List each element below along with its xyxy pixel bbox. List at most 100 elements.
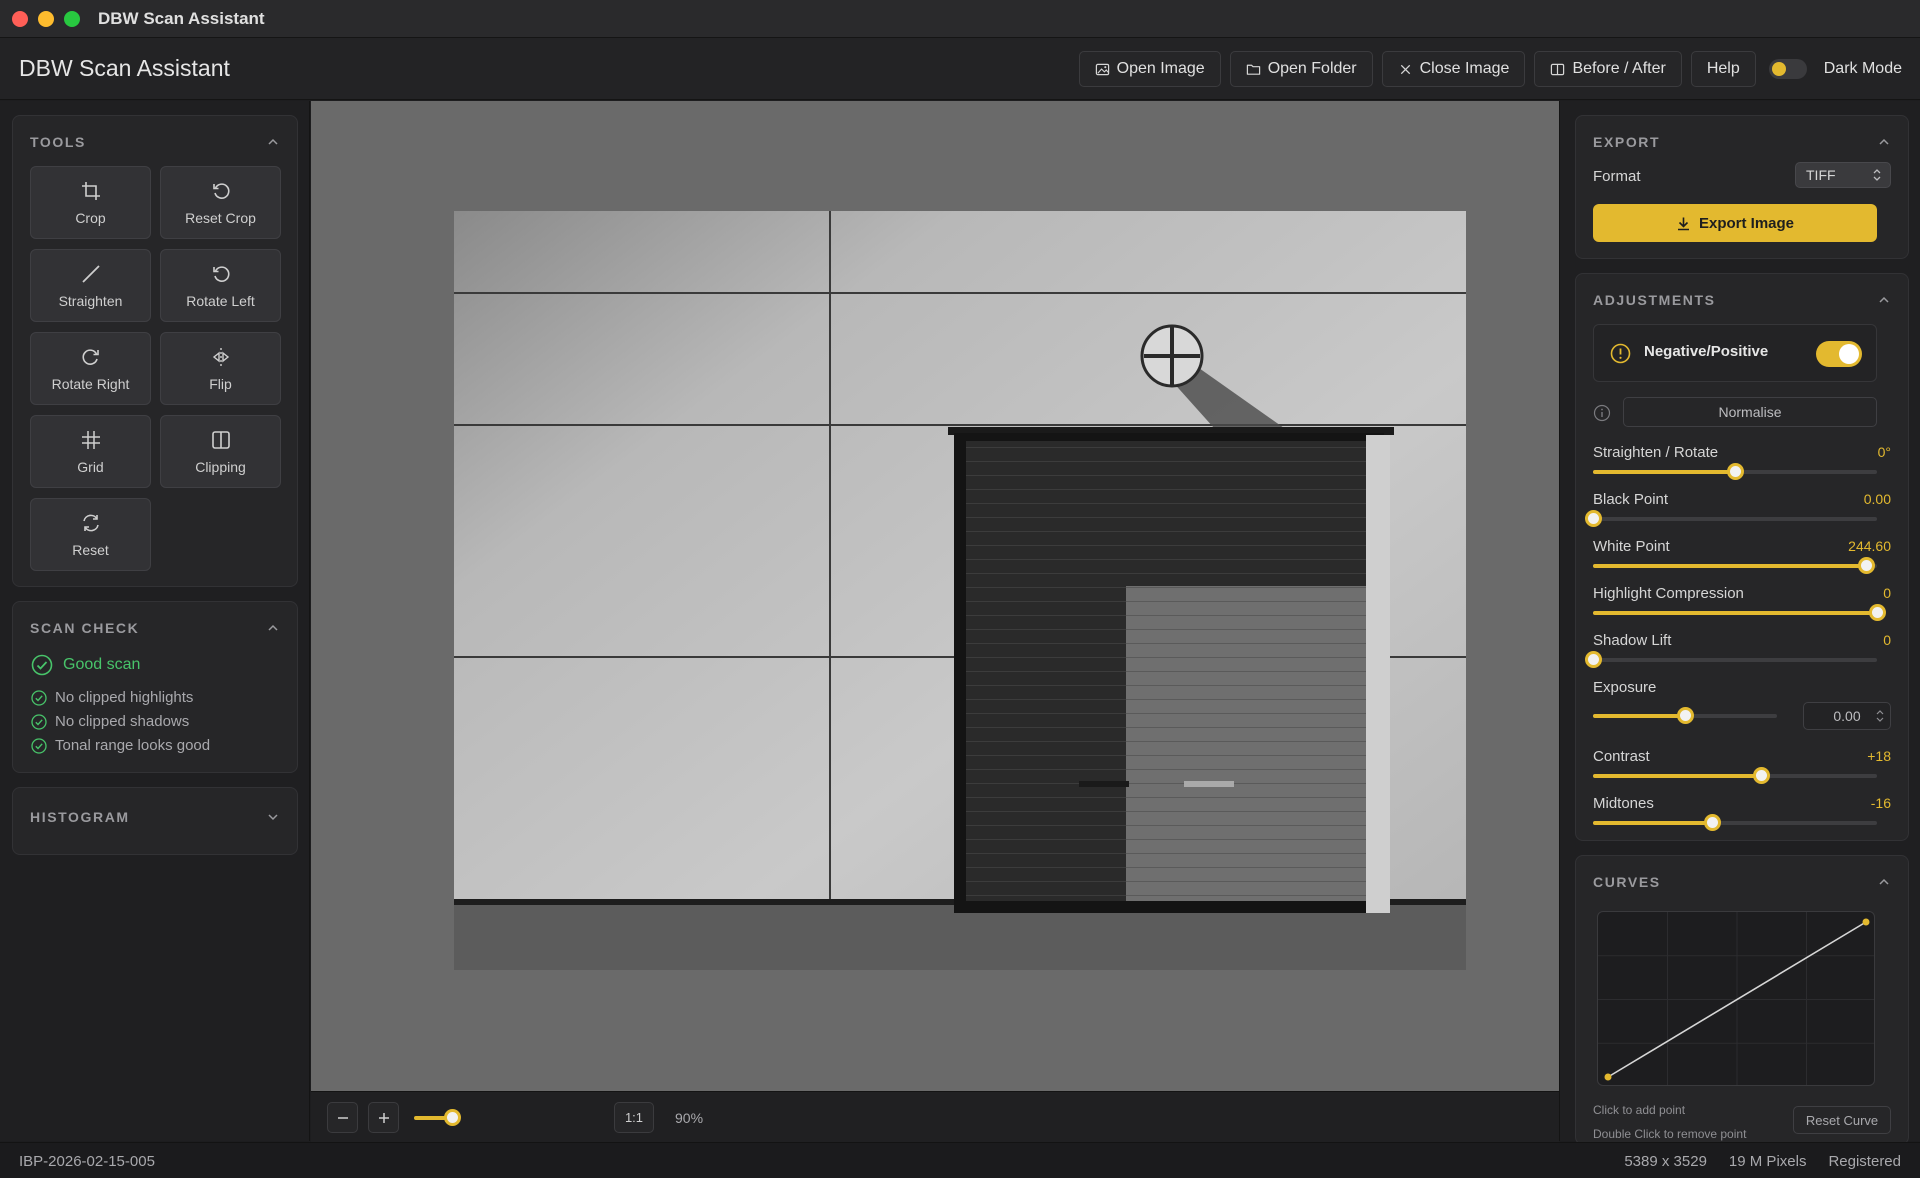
left-sidebar: TOOLS Crop Reset Crop Straighten Rotate …: [0, 101, 310, 1141]
adjustments-panel: ADJUSTMENTS Negative/Positive Normalise …: [1575, 273, 1909, 841]
reset-label: Reset: [72, 541, 109, 558]
slider-fill: [1593, 564, 1866, 568]
tools-panel-header[interactable]: TOOLS: [30, 116, 280, 168]
check-item-label: No clipped shadows: [55, 713, 190, 730]
slider-handle[interactable]: [1753, 767, 1770, 784]
grid-button[interactable]: Grid: [30, 415, 151, 488]
image-megapixels: 19 M Pixels: [1728, 1153, 1807, 1170]
zoom-in-button[interactable]: [368, 1102, 399, 1133]
curve-editor[interactable]: [1597, 911, 1875, 1086]
flip-button[interactable]: Flip: [160, 332, 281, 405]
curves-header[interactable]: CURVES: [1593, 856, 1891, 908]
dark-mode-toggle[interactable]: [1768, 59, 1807, 79]
exposure-slider[interactable]: [1593, 707, 1777, 724]
zoom-slider-handle[interactable]: [444, 1109, 461, 1126]
slider-handle[interactable]: [1677, 707, 1694, 724]
clipping-icon: [211, 430, 230, 449]
histogram-title: HISTOGRAM: [30, 809, 130, 825]
zoom-window-button[interactable]: [64, 10, 80, 27]
slider-handle[interactable]: [1727, 463, 1744, 480]
window-titlebar: DBW Scan Assistant: [0, 0, 1920, 38]
contrast-slider[interactable]: [1593, 767, 1877, 784]
minus-icon: [337, 1116, 348, 1119]
check-circle-icon: [31, 713, 47, 730]
midtones-label: Midtones: [1593, 795, 1654, 812]
window-controls: [12, 10, 80, 27]
straighten-rotate-slider[interactable]: [1593, 463, 1877, 480]
photo-wall-door: [454, 211, 1466, 970]
check-item: No clipped shadows: [31, 713, 189, 730]
shadow-lift-slider[interactable]: [1585, 651, 1877, 668]
histogram-header[interactable]: HISTOGRAM: [30, 788, 280, 846]
image-canvas[interactable]: [311, 101, 1559, 1091]
open-folder-button[interactable]: Open Folder: [1229, 51, 1373, 87]
check-circle-icon: [31, 689, 47, 706]
exposure-input[interactable]: 0.00: [1803, 702, 1891, 730]
slider-handle[interactable]: [1869, 604, 1886, 621]
reset-crop-icon: [212, 182, 230, 199]
zoom-one-to-one-button[interactable]: 1:1: [614, 1102, 654, 1133]
white-point-label: White Point: [1593, 538, 1670, 555]
midtones-slider[interactable]: [1593, 814, 1877, 831]
slider-handle[interactable]: [1858, 557, 1875, 574]
close-window-button[interactable]: [12, 10, 28, 27]
reset-curve-button[interactable]: Reset Curve: [1793, 1106, 1891, 1134]
histogram-panel: HISTOGRAM: [12, 787, 298, 855]
export-image-button[interactable]: Export Image: [1593, 204, 1877, 242]
straighten-button[interactable]: Straighten: [30, 249, 151, 322]
image-dimensions: 5389 x 3529: [1624, 1153, 1707, 1170]
slider-fill: [1593, 714, 1685, 718]
slider-handle[interactable]: [1704, 814, 1721, 831]
clipping-button[interactable]: Clipping: [160, 415, 281, 488]
rotate-left-label: Rotate Left: [186, 292, 255, 309]
rotate-right-label: Rotate Right: [51, 375, 130, 392]
negative-positive-toggle[interactable]: [1816, 341, 1862, 367]
open-image-button[interactable]: Open Image: [1078, 51, 1221, 87]
check-item: No clipped highlights: [31, 689, 193, 706]
highlight-compression-slider[interactable]: [1593, 604, 1886, 621]
app-title: DBW Scan Assistant: [19, 55, 230, 81]
info-icon[interactable]: [1593, 404, 1611, 422]
straighten-icon: [81, 264, 100, 283]
chevron-up-icon: [268, 624, 278, 631]
check-item-label: No clipped highlights: [55, 689, 194, 706]
zoom-out-button[interactable]: [327, 1102, 358, 1133]
format-select[interactable]: TIFF: [1795, 162, 1891, 188]
flip-label: Flip: [209, 375, 232, 392]
minimize-window-button[interactable]: [38, 10, 54, 27]
scan-check-header[interactable]: SCAN CHECK: [30, 602, 280, 654]
crop-button[interactable]: Crop: [30, 166, 151, 239]
close-icon: [1400, 64, 1410, 74]
rotate-left-button[interactable]: Rotate Left: [160, 249, 281, 322]
white-point-slider[interactable]: [1593, 557, 1877, 574]
contrast-value: +18: [1867, 748, 1891, 764]
scan-check-title: SCAN CHECK: [30, 620, 140, 636]
stepper-icon[interactable]: [1876, 709, 1884, 723]
black-point-slider[interactable]: [1585, 510, 1877, 527]
export-header[interactable]: EXPORT: [1593, 116, 1891, 168]
adjustments-header[interactable]: ADJUSTMENTS: [1593, 274, 1891, 326]
slider-handle[interactable]: [1585, 651, 1602, 668]
before-after-button[interactable]: Before / After: [1534, 51, 1682, 87]
help-button[interactable]: Help: [1690, 51, 1756, 87]
reset-icon: [82, 514, 99, 531]
reset-button[interactable]: Reset: [30, 498, 151, 571]
rotate-left-icon: [212, 265, 230, 282]
slider-fill: [1593, 821, 1712, 825]
shadow-lift-label: Shadow Lift: [1593, 632, 1672, 649]
file-name: IBP-2026-02-15-005: [19, 1153, 155, 1170]
rotate-right-button[interactable]: Rotate Right: [30, 332, 151, 405]
reset-crop-button[interactable]: Reset Crop: [160, 166, 281, 239]
close-image-button[interactable]: Close Image: [1381, 51, 1526, 87]
chevron-up-icon: [1879, 878, 1889, 885]
adjustments-title: ADJUSTMENTS: [1593, 292, 1716, 308]
chevron-up-icon: [268, 138, 278, 145]
black-point-value: 0.00: [1863, 491, 1891, 507]
folder-icon: [1246, 64, 1260, 75]
plus-icon: [378, 1112, 389, 1123]
flip-icon: [212, 347, 229, 366]
normalise-button[interactable]: Normalise: [1623, 397, 1877, 427]
check-circle-icon: [31, 737, 47, 754]
chevron-down-icon: [268, 814, 278, 821]
slider-handle[interactable]: [1585, 510, 1602, 527]
